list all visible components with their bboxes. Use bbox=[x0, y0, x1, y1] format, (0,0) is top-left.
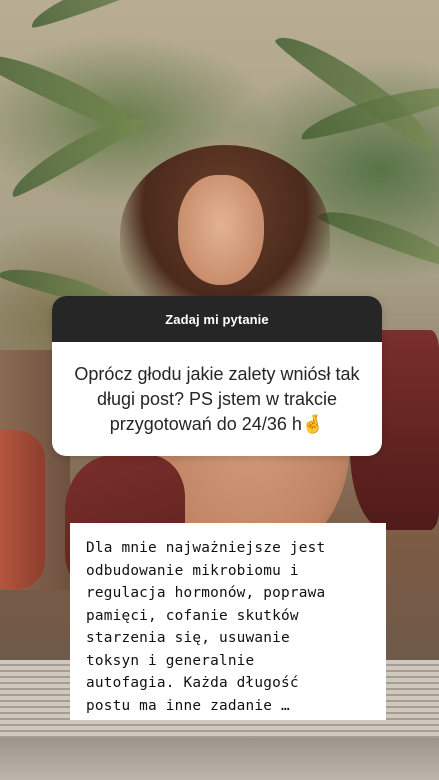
cushion bbox=[0, 430, 45, 590]
palm-leaf bbox=[271, 22, 439, 155]
palm-leaf bbox=[316, 200, 439, 273]
question-sticker-header: Zadaj mi pytanie bbox=[52, 296, 382, 342]
question-text: Oprócz głodu jakie zalety wniósł tak dłu… bbox=[74, 363, 360, 434]
answer-text: Dla mnie najważniejsze jest odbudowanie … bbox=[86, 540, 326, 714]
palm-leaf bbox=[4, 106, 146, 201]
floor bbox=[0, 738, 439, 780]
question-sticker[interactable]: Zadaj mi pytanie Oprócz głodu jakie zale… bbox=[52, 296, 382, 456]
palm-leaf bbox=[26, 0, 185, 32]
answer-text-box: Dla mnie najważniejsze jest odbudowanie … bbox=[70, 523, 386, 720]
face bbox=[178, 175, 264, 285]
